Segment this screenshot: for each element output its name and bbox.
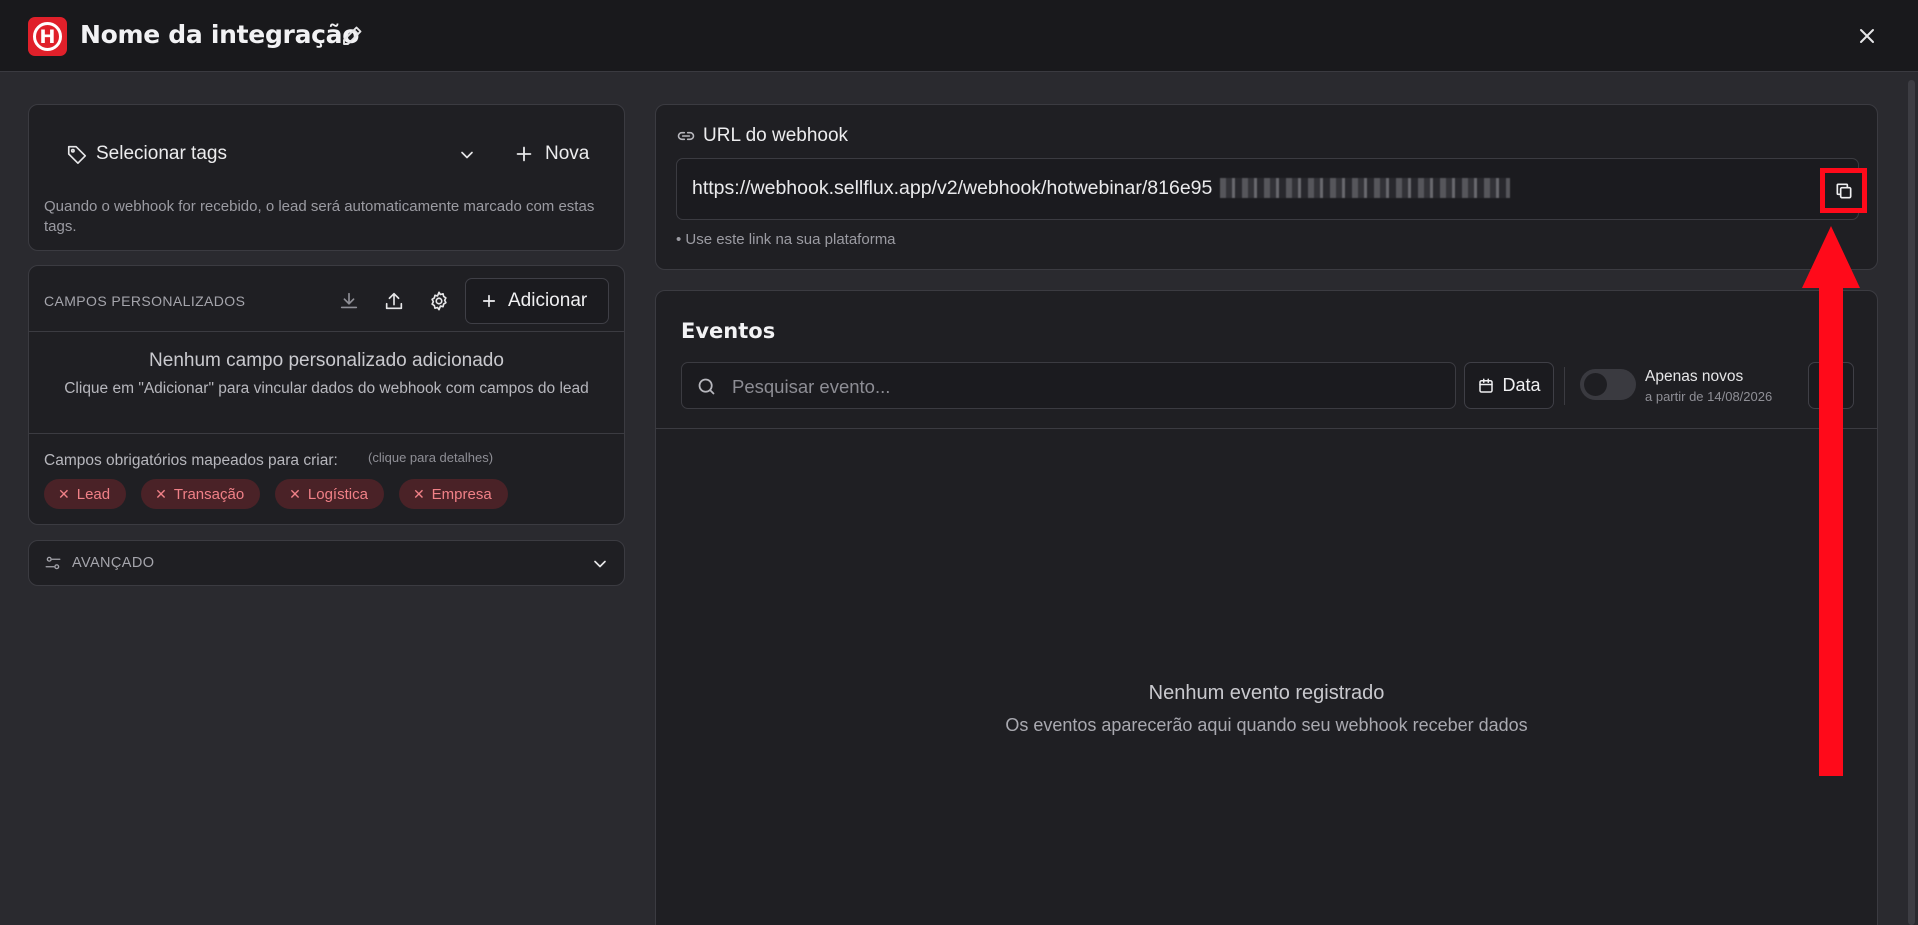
chevron-down-icon[interactable]: [457, 145, 477, 165]
logo-mark: H: [33, 22, 62, 51]
chip-empresa[interactable]: ✕ Empresa: [398, 479, 508, 509]
empty-fields-subtitle: Clique em "Adicionar" para vincular dado…: [64, 380, 589, 397]
webhook-url-field[interactable]: https://webhook.sellflux.app/v2/webhook/…: [676, 158, 1867, 220]
app-logo: H: [28, 17, 67, 56]
no-events-title: Nenhum evento registrado: [1148, 682, 1385, 704]
chip-logistica[interactable]: ✕ Logística: [275, 479, 384, 509]
plus-icon: [482, 294, 496, 308]
tags-panel: Selecionar tags Nova Quando o webhook fo…: [28, 104, 625, 251]
chip-lead[interactable]: ✕ Lead: [44, 479, 127, 509]
events-panel: Eventos Pesquisar evento... Data Apenas …: [655, 290, 1878, 925]
scrollbar[interactable]: [1908, 80, 1915, 925]
new-tag-button[interactable]: Nova: [545, 143, 589, 165]
link-icon: [677, 131, 695, 141]
webhook-url-note: • Use este link na sua plataforma: [676, 231, 896, 248]
chip-transacao[interactable]: ✕ Transação: [141, 479, 261, 509]
advanced-panel[interactable]: AVANÇADO: [28, 540, 625, 586]
tags-select[interactable]: Selecionar tags: [96, 143, 227, 165]
advanced-label: AVANÇADO: [72, 555, 155, 571]
copy-icon: [1836, 183, 1851, 198]
webhook-url-text: https://webhook.sellflux.app/v2/webhook/…: [692, 177, 1213, 199]
required-fields-hint[interactable]: (clique para detalhes): [368, 450, 493, 465]
logo-letter: H: [39, 25, 56, 48]
x-icon: ✕: [412, 485, 425, 502]
required-chips: ✕ Lead ✕ Transação ✕ Logística ✕ Empresa: [44, 479, 508, 509]
date-filter-label: Data: [1502, 375, 1541, 395]
no-events-subtitle: Os eventos aparecerão aqui quando seu we…: [1005, 715, 1528, 735]
divider: [656, 428, 1877, 429]
annotation-arrow-shaft: [1819, 278, 1843, 776]
header: H Nome da integração: [0, 0, 1918, 72]
integration-title: Nome da integração: [80, 20, 360, 49]
add-field-button[interactable]: Adicionar: [465, 278, 609, 324]
copy-url-button[interactable]: [1820, 168, 1867, 213]
settings-button[interactable]: [425, 287, 453, 315]
search-icon: [698, 378, 715, 395]
add-field-label: Adicionar: [508, 290, 588, 311]
upload-button[interactable]: [380, 287, 408, 315]
required-fields-label: Campos obrigatórios mapeados para criar:: [44, 452, 338, 469]
custom-fields-panel: CAMPOS PERSONALIZADOS Adicionar Nenhum c…: [28, 265, 625, 525]
events-title: Eventos: [681, 319, 776, 343]
webhook-url-panel: URL do webhook https://webhook.sellflux.…: [655, 104, 1878, 270]
date-filter-button[interactable]: Data: [1464, 362, 1554, 409]
divider: [29, 331, 624, 332]
search-placeholder: Pesquisar evento...: [732, 376, 891, 397]
only-new-toggle[interactable]: [1580, 369, 1636, 400]
url-redacted-part: [1220, 178, 1510, 198]
calendar-icon: [1479, 378, 1494, 393]
download-icon: [340, 292, 358, 309]
x-icon: ✕: [155, 485, 167, 502]
upload-icon: [385, 292, 403, 310]
toggle-knob: [1584, 373, 1607, 396]
search-events-input[interactable]: Pesquisar evento...: [681, 362, 1456, 409]
only-new-date: a partir de 14/08/2026: [1645, 389, 1773, 404]
x-icon: ✕: [289, 485, 301, 502]
plus-icon[interactable]: [513, 143, 535, 165]
gear-icon: [431, 291, 447, 311]
tag-icon: [67, 145, 87, 164]
close-icon[interactable]: [1855, 24, 1879, 48]
chip-label: Empresa: [431, 485, 492, 503]
chevron-down-icon[interactable]: [590, 554, 610, 574]
pencil-icon[interactable]: [340, 24, 364, 48]
sliders-icon: [45, 556, 61, 570]
custom-fields-title: CAMPOS PERSONALIZADOS: [44, 293, 246, 309]
chip-label: Transação: [173, 485, 245, 503]
download-button[interactable]: [335, 287, 363, 315]
chip-label: Lead: [76, 485, 111, 503]
divider: [1564, 367, 1565, 405]
x-icon: ✕: [58, 485, 70, 502]
chip-label: Logística: [307, 485, 368, 503]
empty-fields-title: Nenhum campo personalizado adicionado: [149, 350, 504, 371]
tags-help-text: Quando o webhook for recebido, o lead se…: [44, 198, 595, 235]
only-new-label: Apenas novos: [1645, 368, 1744, 385]
webhook-url-title: URL do webhook: [703, 125, 849, 146]
divider: [29, 433, 624, 434]
